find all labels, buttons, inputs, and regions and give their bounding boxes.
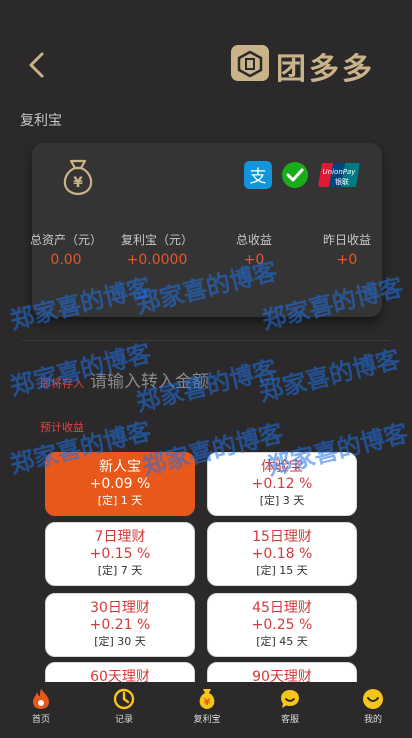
stat-value: +0.0000 — [126, 252, 188, 268]
plan-name: 45日理财 — [252, 600, 312, 616]
summary-card: ¥ 支 UnionPay 银联 总资产（元） 0.00 复利宝（元） +0.00… — [30, 143, 382, 317]
plan-term: [定] 1 天 — [97, 494, 143, 507]
smile-icon — [363, 689, 383, 709]
stat-label: 复利宝（元） — [120, 233, 193, 247]
plan-term: [定] 15 天 — [256, 564, 308, 577]
stat-total-earnings: 总收益 +0 — [210, 231, 298, 268]
divider — [22, 340, 390, 341]
plan-card-45day[interactable]: 45日理财 +0.25 % [定] 45 天 — [207, 593, 357, 657]
alipay-icon: 支 — [244, 161, 272, 189]
stat-value: 0.00 — [50, 252, 82, 268]
brand-logo-icon — [231, 45, 269, 81]
plan-card-15day[interactable]: 15日理财 +0.18 % [定] 15 天 — [207, 522, 357, 586]
tab-records[interactable]: 记录 — [89, 688, 159, 725]
plan-card-30day[interactable]: 30日理财 +0.21 % [定] 30 天 — [45, 593, 195, 657]
tab-label: 首页 — [31, 715, 50, 725]
plan-rate: +0.21 % — [89, 617, 151, 633]
plan-term: [定] 3 天 — [259, 494, 305, 507]
plan-name: 新人宝 — [99, 459, 141, 475]
tab-profile[interactable]: 我的 — [338, 688, 408, 725]
estimate-label: 预计收益 — [40, 421, 84, 434]
plan-rate: +0.18 % — [251, 546, 313, 562]
unionpay-icon: UnionPay 银联 — [318, 163, 360, 187]
header: 团多多 — [0, 0, 412, 100]
home-flame-icon — [33, 689, 49, 709]
payment-methods: 支 UnionPay 银联 — [244, 161, 374, 189]
plan-name: 30日理财 — [90, 600, 150, 616]
stat-compound-balance: 复利宝（元） +0.0000 — [113, 231, 201, 268]
bottom-tab-bar: 首页 记录 ¥ 复利宝 客服 我的 — [0, 682, 412, 738]
plan-name: 体验宝 — [261, 459, 303, 475]
plan-rate: +0.25 % — [251, 617, 313, 633]
svg-text:支: 支 — [250, 167, 267, 187]
svg-text:UnionPay: UnionPay — [323, 168, 357, 176]
tab-label: 客服 — [280, 715, 299, 725]
plan-name: 15日理财 — [252, 529, 312, 545]
stat-label: 总收益 — [235, 233, 272, 247]
plan-rate: +0.12 % — [251, 476, 313, 492]
stat-total-assets: 总资产（元） 0.00 — [22, 231, 110, 268]
stat-yesterday-earnings: 昨日收益 +0 — [303, 231, 391, 268]
stat-label: 总资产（元） — [29, 233, 102, 247]
plan-rate: +0.09 % — [89, 476, 151, 492]
back-arrow-icon[interactable] — [22, 48, 52, 82]
tab-service[interactable]: 客服 — [255, 688, 325, 725]
wechat-pay-icon — [282, 162, 308, 188]
plan-name: 7日理财 — [94, 529, 146, 545]
stat-label: 昨日收益 — [322, 233, 371, 247]
record-icon — [113, 688, 135, 710]
money-bag-icon: ¥ — [199, 689, 215, 709]
page-title: 复利宝 — [20, 113, 62, 129]
chat-icon — [281, 690, 299, 708]
svg-text:¥: ¥ — [73, 175, 83, 191]
brand-name: 团多多 — [276, 52, 375, 87]
tab-home[interactable]: 首页 — [6, 688, 76, 725]
plan-term: [定] 30 天 — [94, 635, 146, 648]
plan-card-trial[interactable]: 体验宝 +0.12 % [定] 3 天 — [207, 452, 357, 516]
plan-card-newcomer[interactable]: 新人宝 +0.09 % [定] 1 天 — [45, 452, 195, 516]
plan-term: [定] 7 天 — [97, 564, 143, 577]
svg-text:银联: 银联 — [335, 177, 349, 186]
tab-label: 记录 — [114, 715, 133, 725]
transfer-label: 即将存入 — [40, 377, 84, 390]
transfer-amount-input[interactable] — [90, 368, 370, 396]
money-bag-icon: ¥ — [63, 159, 93, 196]
tab-compound[interactable]: ¥ 复利宝 — [172, 688, 242, 725]
plan-card-7day[interactable]: 7日理财 +0.15 % [定] 7 天 — [45, 522, 195, 586]
svg-text:¥: ¥ — [204, 698, 211, 708]
stat-value: +0 — [243, 252, 265, 268]
plan-term: [定] 45 天 — [256, 635, 308, 648]
plan-rate: +0.15 % — [89, 546, 151, 562]
stat-value: +0 — [336, 252, 358, 268]
tab-label: 我的 — [363, 715, 382, 725]
tab-label: 复利宝 — [193, 715, 221, 725]
